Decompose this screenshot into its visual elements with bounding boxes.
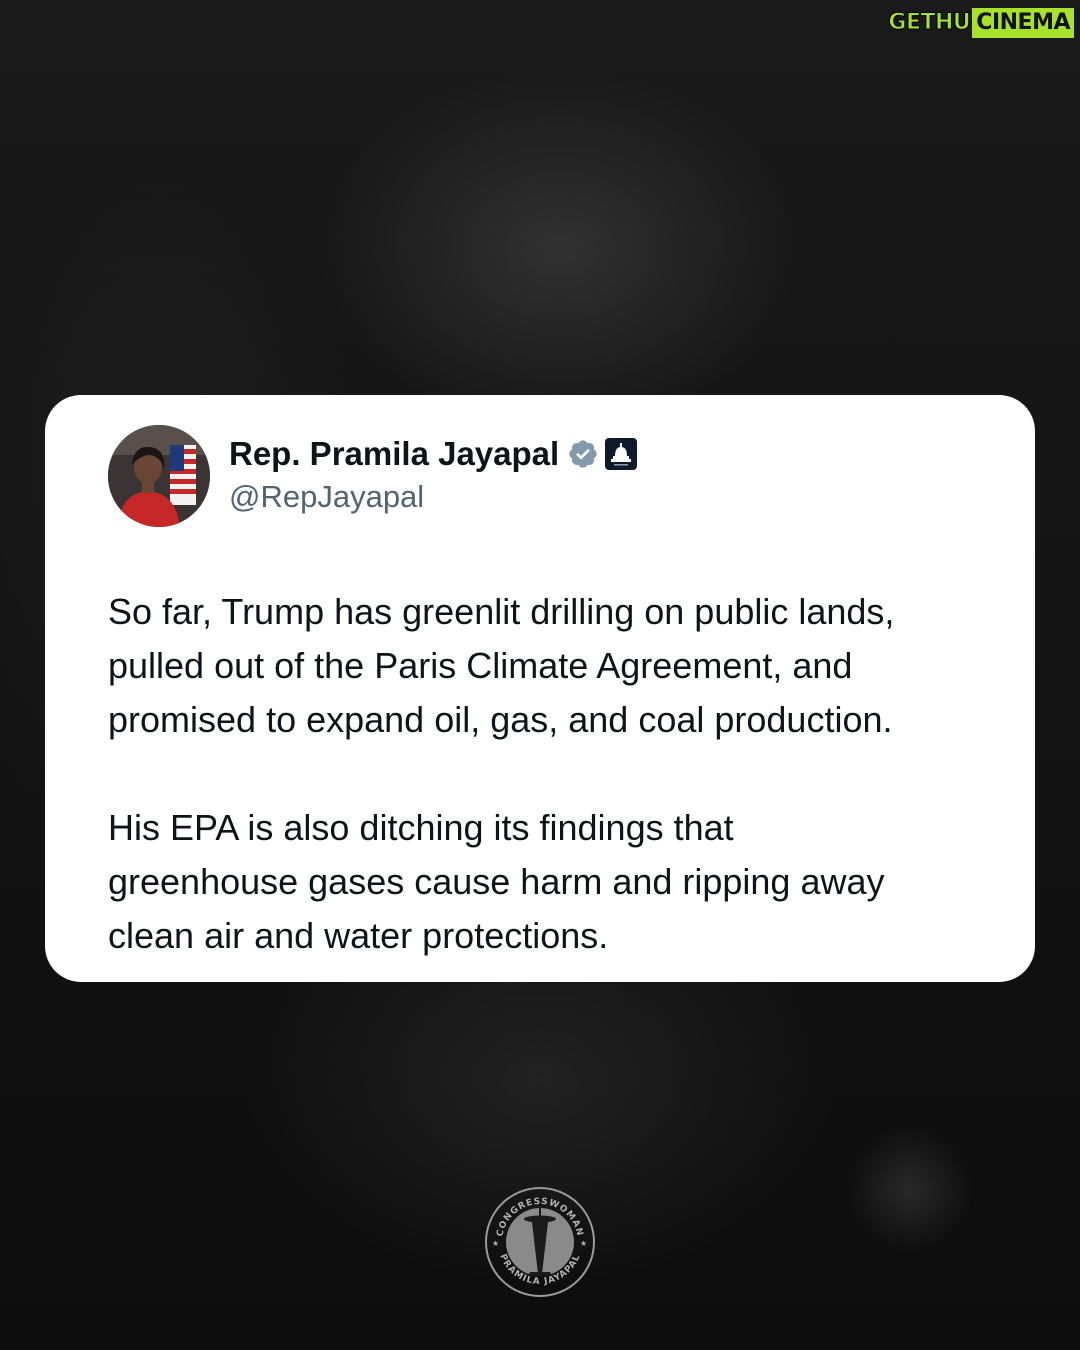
handle[interactable]: @RepJayapal bbox=[229, 479, 424, 515]
watermark-part2: CINEMA bbox=[972, 8, 1074, 38]
space-needle-seal-icon: CONGRESSWOMAN PRAMILA JAYAPAL ★ ★ bbox=[485, 1187, 595, 1297]
watermark-part1: GETHU bbox=[888, 10, 971, 36]
tweet-body: So far, Trump has greenlit drilling on p… bbox=[108, 585, 1008, 963]
avatar-photo-icon bbox=[108, 425, 210, 527]
svg-text:★: ★ bbox=[580, 1239, 587, 1248]
gethu-cinema-watermark: GETHU CINEMA bbox=[886, 8, 1074, 38]
avatar[interactable] bbox=[108, 425, 210, 527]
tweet-paragraph-2: His EPA is also ditching its findings th… bbox=[108, 807, 885, 956]
congresswoman-seal-logo: CONGRESSWOMAN PRAMILA JAYAPAL ★ ★ bbox=[484, 1186, 596, 1298]
display-name[interactable]: Rep. Pramila Jayapal bbox=[229, 435, 559, 473]
verified-gray-icon bbox=[569, 440, 597, 468]
government-capitol-icon bbox=[605, 438, 638, 470]
tweet-paragraph-1: So far, Trump has greenlit drilling on p… bbox=[108, 591, 895, 740]
tweet-card: Rep. Pramila Jayapal @RepJayapal So far,… bbox=[45, 395, 1035, 982]
display-name-row: Rep. Pramila Jayapal bbox=[229, 435, 638, 473]
svg-text:★: ★ bbox=[492, 1239, 499, 1248]
